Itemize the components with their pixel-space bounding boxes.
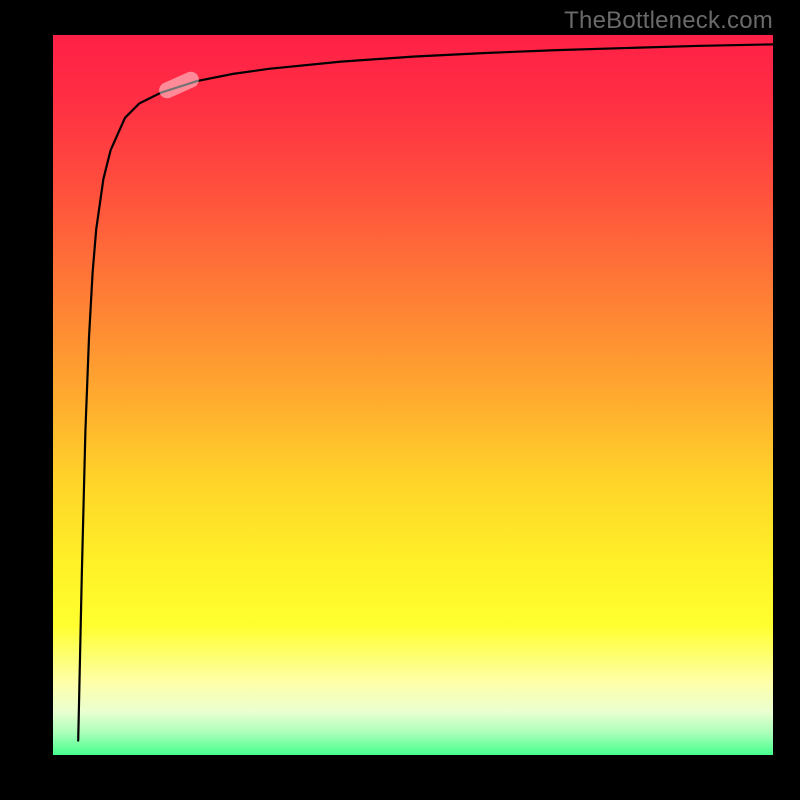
chart-container: TheBottleneck.com <box>0 0 800 800</box>
bottleneck-curve <box>78 44 773 740</box>
attribution-label: TheBottleneck.com <box>564 7 773 35</box>
plot-area <box>53 35 773 755</box>
curve-svg <box>53 35 773 755</box>
